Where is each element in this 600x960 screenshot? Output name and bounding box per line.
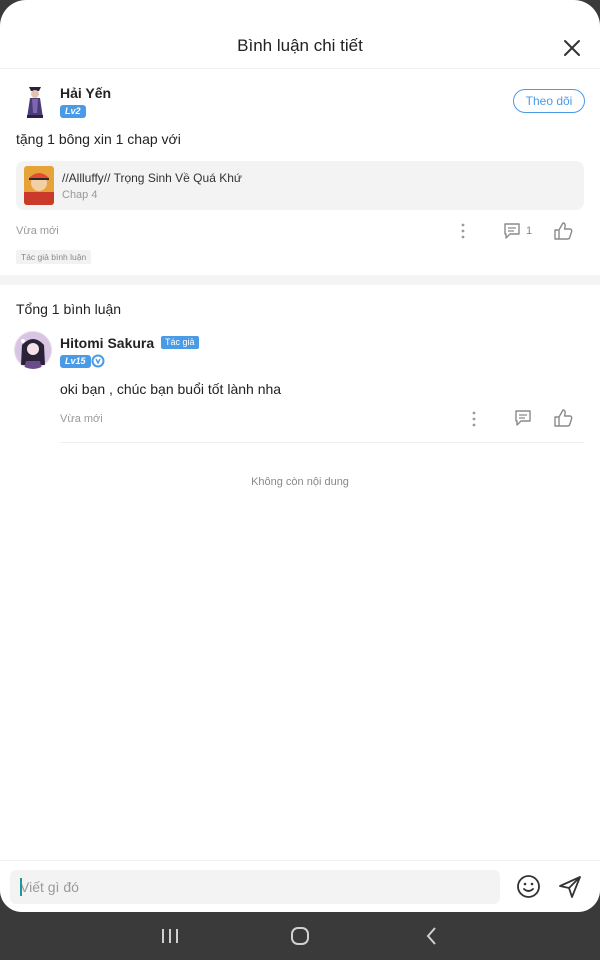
emoji-icon: [517, 875, 540, 898]
home-button[interactable]: [288, 924, 312, 948]
divider: [60, 442, 584, 443]
reply-count: 1: [526, 225, 533, 237]
text-caret: [20, 878, 22, 896]
comment-time: Vừa mới: [16, 225, 59, 237]
thumbs-up-icon: [554, 409, 573, 427]
comment-detail-sheet: Bình luận chi tiết Hải Yến Lv2 Theo dõi …: [0, 0, 600, 912]
comment-text: tặng 1 bông xin 1 chap với: [16, 131, 181, 147]
total-comments: Tổng 1 bình luận: [16, 301, 122, 317]
more-options-button[interactable]: [455, 221, 471, 241]
reply-button[interactable]: [502, 221, 522, 241]
emoji-button[interactable]: [516, 874, 541, 899]
like-button[interactable]: [552, 407, 574, 429]
comment-icon: [504, 223, 520, 239]
reply-button[interactable]: [513, 408, 533, 428]
recent-apps-icon: [162, 929, 178, 943]
comment-input-bar: [0, 860, 600, 912]
more-vertical-icon: [472, 411, 476, 427]
author-badge: Tác giả: [161, 336, 199, 349]
user-name[interactable]: Hitomi Sakura: [60, 335, 154, 351]
chapter-number: Chap 4: [62, 189, 98, 201]
level-badge: Lv15: [60, 355, 91, 368]
system-nav-bar: [0, 912, 600, 960]
more-options-button[interactable]: [466, 409, 482, 429]
chapter-card[interactable]: //Allluffy// Trọng Sinh Về Quá Khứ Chap …: [16, 161, 584, 210]
follow-button[interactable]: Theo dõi: [513, 89, 585, 113]
thumbs-up-icon: [554, 222, 573, 240]
more-vertical-icon: [461, 223, 465, 239]
chapter-thumbnail: [24, 166, 54, 205]
level-badge: Lv2: [60, 105, 86, 118]
send-icon: [559, 876, 581, 898]
verified-icon: [91, 354, 105, 368]
back-icon: [426, 927, 436, 945]
avatar[interactable]: [14, 331, 52, 369]
page-title: Bình luận chi tiết: [237, 36, 363, 55]
close-button[interactable]: [560, 36, 584, 60]
user-name[interactable]: Hải Yến: [60, 85, 111, 101]
section-divider: [0, 275, 600, 285]
reply-time: Vừa mới: [60, 413, 103, 425]
comment-icon: [515, 410, 531, 426]
send-button[interactable]: [557, 874, 583, 900]
recent-apps-button[interactable]: [158, 924, 182, 948]
chapter-title: //Allluffy// Trọng Sinh Về Quá Khứ: [62, 171, 242, 185]
header: Bình luận chi tiết: [0, 0, 600, 69]
author-comment-tag: Tác giả bình luận: [16, 250, 92, 264]
like-button[interactable]: [552, 220, 574, 242]
comment-input[interactable]: [10, 870, 500, 904]
close-icon: [564, 40, 580, 56]
end-of-content: Không còn nội dung: [251, 476, 349, 488]
reply-text: oki bạn , chúc bạn buổi tốt lành nha: [60, 381, 282, 397]
back-button[interactable]: [420, 924, 444, 948]
home-icon: [291, 927, 309, 945]
avatar[interactable]: [16, 79, 54, 119]
